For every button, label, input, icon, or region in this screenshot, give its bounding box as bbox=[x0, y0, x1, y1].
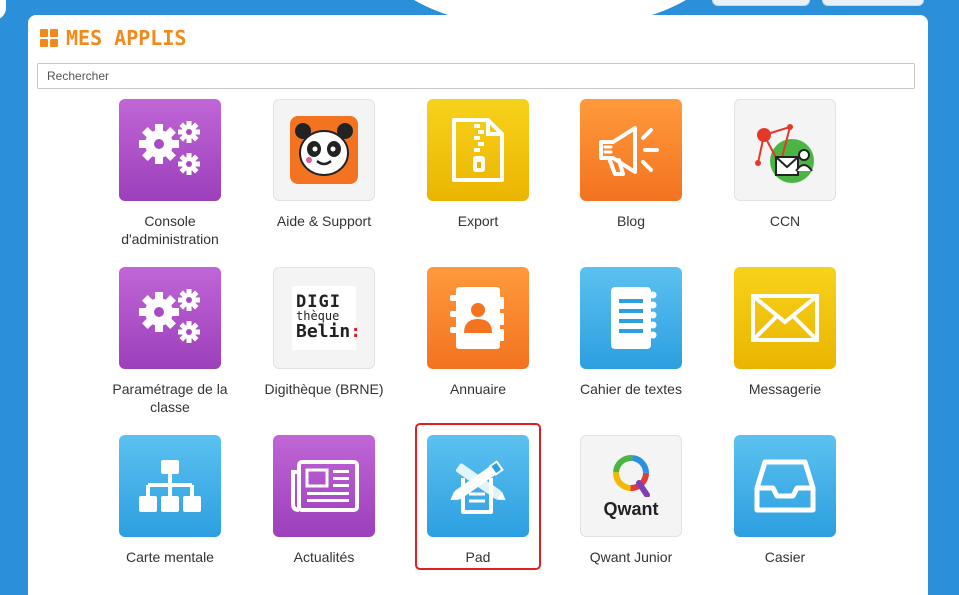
app-annuaire[interactable]: Annuaire bbox=[408, 267, 548, 398]
digitheque-logo-mark: : bbox=[350, 321, 362, 342]
app-cahier-textes[interactable]: Cahier de textes bbox=[561, 267, 701, 398]
megaphone-icon bbox=[580, 99, 682, 201]
inbox-tray-icon bbox=[734, 435, 836, 537]
app-label: Actualités bbox=[293, 549, 355, 565]
app-aide-support[interactable]: Aide & Support bbox=[254, 99, 394, 230]
app-label: Aide & Support bbox=[276, 213, 372, 229]
app-label: Messagerie bbox=[748, 381, 822, 397]
apps-panel: MES APPLIS Rechercher Console d'administ… bbox=[28, 15, 928, 595]
qwant-logo: Qwant bbox=[580, 435, 682, 537]
gears-icon bbox=[119, 99, 221, 201]
background-decoration bbox=[0, 0, 6, 20]
selected-app-highlight bbox=[415, 423, 541, 570]
digitheque-logo-line1: DIGI bbox=[296, 292, 341, 312]
hierarchy-icon bbox=[119, 435, 221, 537]
app-label: Digithèque (BRNE) bbox=[264, 381, 384, 397]
newspaper-icon bbox=[273, 435, 375, 537]
app-casier[interactable]: Casier bbox=[715, 435, 855, 566]
top-button-2[interactable] bbox=[822, 0, 924, 6]
digitheque-logo-line3: Belin bbox=[296, 321, 351, 342]
app-qwant-junior[interactable]: Qwant Qwant Junior bbox=[561, 435, 701, 566]
top-button-1[interactable] bbox=[712, 0, 810, 6]
app-label: Cahier de textes bbox=[580, 381, 682, 397]
app-messagerie[interactable]: Messagerie bbox=[715, 267, 855, 398]
digitheque-logo: DIGI thèque Belin: bbox=[273, 267, 375, 369]
qwant-wordmark: Qwant bbox=[603, 498, 659, 519]
app-carte-mentale[interactable]: Carte mentale bbox=[100, 435, 240, 566]
network-share-icon bbox=[734, 99, 836, 201]
panda-icon bbox=[273, 99, 375, 201]
app-label: Console d'administration bbox=[121, 213, 219, 247]
app-label: Paramétrage de la classe bbox=[112, 381, 228, 415]
app-console-administration[interactable]: Console d'administration bbox=[100, 99, 240, 248]
app-actualites[interactable]: Actualités bbox=[254, 435, 394, 566]
app-label: Carte mentale bbox=[126, 549, 214, 565]
app-label: Export bbox=[457, 213, 499, 229]
app-blog[interactable]: Blog bbox=[561, 99, 701, 230]
app-label: Blog bbox=[616, 213, 646, 229]
zip-file-icon bbox=[427, 99, 529, 201]
app-label: Casier bbox=[764, 549, 806, 565]
app-label: Annuaire bbox=[449, 381, 507, 397]
address-book-icon bbox=[427, 267, 529, 369]
app-digitheque[interactable]: DIGI thèque Belin: Digithèque (BRNE) bbox=[254, 267, 394, 398]
app-label: CCN bbox=[769, 213, 801, 229]
notebook-icon bbox=[580, 267, 682, 369]
gears-icon bbox=[119, 267, 221, 369]
apps-grid: Console d'administration Aide & Support bbox=[28, 15, 928, 595]
envelope-icon bbox=[734, 267, 836, 369]
app-export[interactable]: Export bbox=[408, 99, 548, 230]
app-ccn[interactable]: CCN bbox=[715, 99, 855, 230]
app-parametrage-classe[interactable]: Paramétrage de la classe bbox=[100, 267, 240, 416]
app-label: Qwant Junior bbox=[589, 549, 673, 565]
